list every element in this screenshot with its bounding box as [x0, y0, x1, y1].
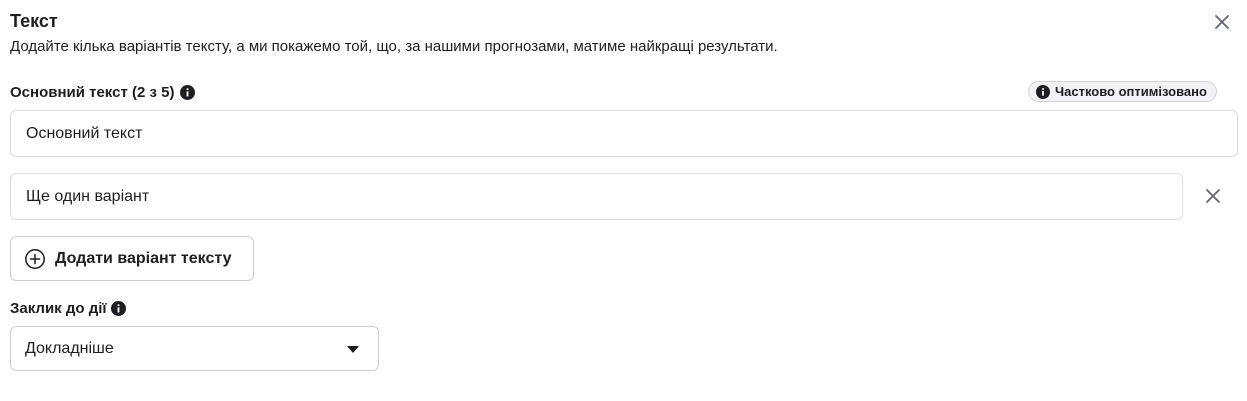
primary-text-heading: Основний текст (2 з 5) — [10, 84, 196, 101]
cta-heading: Заклик до дії — [10, 300, 126, 317]
close-button[interactable] — [1210, 10, 1234, 34]
primary-text-label: Основний текст (2 з 5) — [10, 84, 175, 101]
panel-subtitle: Додайте кілька варіантів тексту, а ми по… — [10, 38, 778, 55]
add-button-label: Додати варіант тексту — [55, 249, 232, 267]
cta-dropdown[interactable]: Докладніше — [10, 326, 379, 371]
primary-text-field-1[interactable]: Основний текст — [10, 110, 1238, 157]
remove-variant-button[interactable] — [1202, 185, 1224, 207]
close-icon — [1215, 15, 1229, 29]
field-value: Основний текст — [26, 124, 143, 142]
field-value: Ще один варіант — [26, 187, 150, 205]
add-text-variant-button[interactable]: Додати варіант тексту — [10, 236, 254, 281]
plus-circle-icon — [25, 248, 45, 269]
cta-selected-value: Докладніше — [25, 339, 114, 357]
optimization-status-badge[interactable]: Частково оптимізовано — [1028, 81, 1217, 102]
caret-down-icon — [347, 346, 359, 353]
close-icon — [1206, 189, 1220, 203]
cta-label: Заклик до дії — [10, 300, 107, 317]
panel-title: Текст — [10, 11, 58, 31]
primary-text-field-2[interactable]: Ще один варіант — [10, 173, 1183, 220]
info-icon — [1036, 84, 1050, 99]
info-icon[interactable] — [110, 301, 126, 316]
badge-label: Частково оптимізовано — [1055, 84, 1207, 99]
info-icon[interactable] — [180, 85, 196, 100]
